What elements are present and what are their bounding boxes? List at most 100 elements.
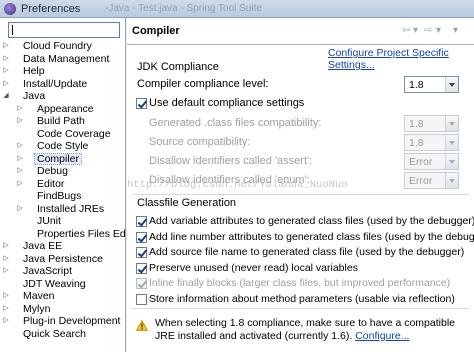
background-window-title: -Java - Test.java - Spring Tool Suite — [105, 3, 262, 14]
tree-item[interactable]: ▷ Data Management — [0, 52, 125, 66]
forward-arrow-icon[interactable]: ⇨ — [424, 25, 432, 36]
collapsed-twisty-icon[interactable]: ▷ — [2, 265, 10, 278]
tree-item[interactable]: ▷ Compiler — [0, 152, 125, 166]
enum-identifier-value: Error — [409, 175, 433, 187]
chevron-down-icon — [445, 154, 458, 169]
collapsed-twisty-icon[interactable]: ▷ — [2, 53, 10, 66]
back-menu-icon[interactable]: ▾ — [413, 25, 418, 36]
section-divider — [132, 308, 469, 309]
tree-item[interactable]: ▷ Plug-in Development — [0, 315, 125, 328]
classfile-option-label: Add source file name to generated class … — [149, 246, 465, 258]
collapsed-twisty-icon[interactable]: ▷ — [16, 103, 24, 116]
chevron-down-icon — [445, 77, 458, 92]
collapsed-twisty-icon[interactable]: ▷ — [16, 140, 24, 153]
classfile-option-checkbox[interactable] — [136, 231, 147, 243]
classfile-option-checkbox[interactable] — [136, 216, 147, 227]
classfile-option-label: Store information about method parameter… — [149, 292, 455, 305]
tree-item-label: JDT Weaving — [23, 277, 86, 290]
class-compat-select[interactable]: 1.8 — [404, 115, 459, 132]
tree-item[interactable]: ▷ JavaScript — [0, 265, 125, 278]
collapsed-twisty-icon[interactable]: ▷ — [16, 203, 24, 216]
collapsed-twisty-icon[interactable]: ▷ — [2, 253, 10, 266]
tree-item[interactable]: FindBugs — [0, 190, 125, 203]
collapsed-twisty-icon[interactable]: ▷ — [2, 40, 10, 53]
tree-item[interactable]: ▷ Java Persistence — [0, 252, 125, 266]
compliance-warning: When selecting 1.8 compliance, make sure… — [155, 317, 470, 343]
tree-item-label: Help — [23, 65, 45, 77]
collapsed-twisty-icon[interactable]: ▷ — [16, 178, 24, 191]
preference-page: Compiler ⇦ ▾ ⇨ ▾ ▾ Configure Project Spe… — [127, 18, 474, 352]
collapsed-twisty-icon[interactable]: ▷ — [2, 65, 10, 78]
tree-item[interactable]: Code Coverage — [0, 127, 125, 141]
tree-item[interactable]: ▷ Mylyn — [0, 303, 125, 316]
filter-input[interactable] — [8, 22, 120, 38]
enum-identifier-select[interactable]: Error — [404, 172, 459, 189]
assert-identifier-select[interactable]: Error — [404, 153, 459, 170]
use-default-compliance-label: Use default compliance settings — [149, 97, 305, 109]
configure-jre-link[interactable]: Configure... — [355, 330, 409, 342]
tree-item[interactable]: ▷ Editor — [0, 177, 125, 191]
collapsed-twisty-icon[interactable]: ▷ — [16, 165, 24, 178]
expanded-twisty-icon[interactable]: ◢ — [2, 90, 10, 103]
tree-item[interactable]: ▷ Cloud Foundry — [0, 40, 125, 53]
classfile-option-label: Add variable attributes to generated cla… — [149, 215, 474, 227]
window-title-bar: Preferences -Java - Test.java - Spring T… — [0, 0, 474, 18]
assert-identifier-value: Error — [409, 156, 433, 168]
collapsed-twisty-icon[interactable]: ▷ — [16, 153, 24, 166]
forward-menu-icon[interactable]: ▾ — [436, 25, 441, 36]
tree-item[interactable]: Properties Files Ed — [0, 228, 125, 241]
source-compat-select[interactable]: 1.8 — [404, 134, 459, 151]
tree-item[interactable]: ▷ Code Style — [0, 140, 125, 153]
view-menu-icon[interactable]: ▾ — [453, 25, 458, 36]
tree-item-label: Code Coverage — [37, 127, 111, 140]
tree-item-label: Java Persistence — [23, 252, 103, 265]
tree-item[interactable]: ▷ Appearance — [0, 102, 125, 116]
collapsed-twisty-icon[interactable]: ▷ — [2, 290, 10, 303]
classfile-option-checkbox[interactable] — [136, 293, 147, 305]
preferences-tree: ▷ Cloud Foundry ▷ Data Management ▷ Help ▷ Inst… — [0, 40, 125, 341]
tree-item[interactable]: ◢ Java — [0, 90, 125, 103]
class-compat-label: Generated .class files compatibility: — [149, 117, 322, 129]
tree-item-label: Quick Search — [23, 327, 87, 340]
classfile-option-checkbox[interactable] — [136, 262, 147, 274]
tree-item-label: Appearance — [37, 102, 94, 115]
compiler-settings: JDK Compliance Compiler compliance level… — [127, 58, 474, 352]
classfile-generation-title: Classfile Generation — [137, 197, 237, 209]
classfile-option-label: Add line number attributes to generated … — [149, 230, 474, 243]
classfile-option-checkbox[interactable] — [136, 247, 147, 258]
tree-item[interactable]: ▷ Maven — [0, 290, 125, 303]
back-arrow-icon[interactable]: ⇦ — [402, 25, 410, 36]
warning-message: When selecting 1.8 compliance, make sure… — [155, 317, 455, 342]
tree-item[interactable]: ▷ Install/Update — [0, 78, 125, 91]
compliance-level-label: Compiler compliance level: — [137, 78, 269, 90]
tree-item-label: Editor — [37, 177, 65, 190]
collapsed-twisty-icon[interactable]: ▷ — [2, 240, 10, 253]
tree-item[interactable]: JDT Weaving — [0, 277, 125, 291]
eclipse-icon — [4, 3, 16, 15]
tree-item[interactable]: ▷ Debug — [0, 165, 125, 178]
chevron-down-icon — [445, 116, 458, 131]
use-default-compliance-checkbox[interactable] — [136, 98, 147, 109]
classfile-option-label: Preserve unused (never read) local varia… — [149, 261, 358, 274]
tree-item-label: Code Style — [37, 140, 89, 152]
tree-item[interactable]: JUnit — [0, 215, 125, 228]
collapsed-twisty-icon[interactable]: ▷ — [2, 303, 10, 316]
collapsed-twisty-icon[interactable]: ▷ — [16, 115, 24, 128]
chevron-down-icon — [445, 173, 458, 188]
tree-item[interactable]: ▷ Build Path — [0, 115, 125, 128]
collapsed-twisty-icon[interactable]: ▷ — [2, 315, 10, 328]
blog-watermark: http://blog.csdn.net/Yolanda_NuoNuo — [127, 179, 348, 191]
class-compat-value: 1.8 — [409, 118, 424, 130]
classfile-option-checkbox[interactable] — [136, 278, 147, 289]
tree-item[interactable]: ▷ Installed JREs — [0, 203, 125, 216]
tree-item[interactable]: ▷ Java EE — [0, 240, 125, 253]
tree-item-label: Java — [23, 90, 46, 102]
header-separator — [127, 44, 474, 45]
collapsed-twisty-icon[interactable]: ▷ — [2, 78, 10, 91]
tree-item[interactable]: ▷ Help — [0, 65, 125, 78]
tree-item-label: Data Management — [23, 52, 110, 65]
compliance-level-select[interactable]: 1.8 — [404, 76, 459, 93]
section-divider — [132, 194, 469, 195]
tree-item[interactable]: Quick Search — [0, 327, 125, 341]
preferences-navigation: ▷ Cloud Foundry ▷ Data Management ▷ Help ▷ Inst… — [0, 18, 126, 352]
